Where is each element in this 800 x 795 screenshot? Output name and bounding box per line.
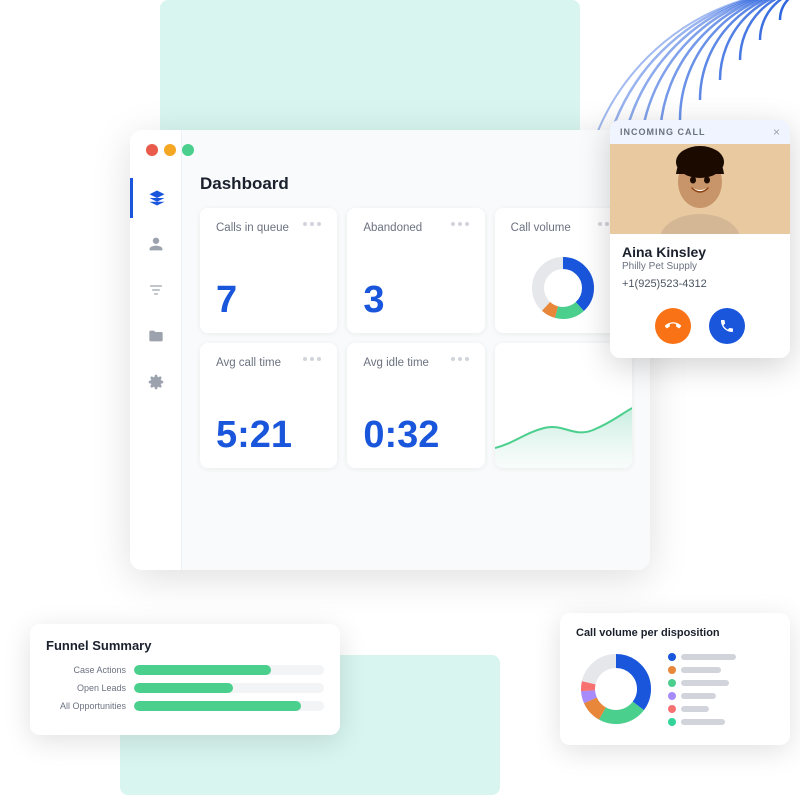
accept-call-btn[interactable] [709,308,745,344]
settings-icon [146,372,166,392]
funnel-bar-fill-case-actions [134,665,271,675]
legend-item-5 [668,705,736,713]
stat-label-calls-in-queue: Calls in queue [216,222,289,234]
decline-call-btn[interactable] [655,308,691,344]
disposition-card: Call volume per disposition [560,613,790,745]
sidebar-item-dashboard[interactable] [130,178,181,218]
funnel-label-open-leads: Open Leads [46,683,126,693]
legend-item-1 [668,653,736,661]
stat-value-abandoned: 3 [363,281,468,319]
dashboard-main: Dashboard Calls in queue 7 Abandoned 3 [182,130,650,570]
stat-label-avg-call-time: Avg call time [216,357,281,369]
legend-bar-4 [681,693,716,699]
stat-value-calls-in-queue: 7 [216,281,321,319]
legend-item-4 [668,692,736,700]
disposition-legend [668,653,736,726]
caller-avatar-svg [610,144,790,234]
disposition-donut [576,649,656,729]
caller-name: Aina Kinsley [622,244,778,260]
maximize-window-btn[interactable] [182,144,194,156]
funnel-title: Funnel Summary [46,638,324,653]
stat-label-avg-idle-time: Avg idle time [363,357,429,369]
funnel-bar-fill-open-leads [134,683,233,693]
funnel-summary-card: Funnel Summary Case Actions Open Leads A… [30,624,340,735]
phone-accept-icon [719,318,735,334]
sidebar-item-settings[interactable] [130,362,181,402]
funnel-bar-bg-case-actions [134,665,324,675]
funnel-label-all-opportunities: All Opportunities [46,701,126,711]
legend-bar-5 [681,706,709,712]
funnel-label-case-actions: Case Actions [46,665,126,675]
legend-bar-3 [681,680,729,686]
legend-item-3 [668,679,736,687]
stat-label-call-volume: Call volume [511,222,571,234]
dashboard-window: Dashboard Calls in queue 7 Abandoned 3 [130,130,650,570]
disposition-content [576,649,774,729]
funnel-bar-fill-all-opportunities [134,701,301,711]
area-chart [495,388,632,468]
legend-item-6 [668,718,736,726]
legend-dot-1 [668,653,676,661]
window-controls [146,144,194,156]
stat-label-abandoned: Abandoned [363,222,422,234]
stat-card-calls-in-queue: Calls in queue 7 [200,208,337,333]
funnel-row-open-leads: Open Leads [46,683,324,693]
stat-card-avg-idle-time: Avg idle time 0:32 [347,343,484,468]
stat-card-area-chart [495,343,632,468]
sidebar-item-contacts[interactable] [130,224,181,264]
phone-decline-icon [665,318,681,334]
stat-card-avg-call-time: Avg call time 5:21 [200,343,337,468]
funnel-bar-bg-open-leads [134,683,324,693]
legend-dot-3 [668,679,676,687]
stat-value-avg-call-time: 5:21 [216,416,321,454]
stat-card-abandoned: Abandoned 3 [347,208,484,333]
funnel-row-all-opportunities: All Opportunities [46,701,324,711]
call-volume-donut-mini [528,253,598,323]
close-call-popup-btn[interactable]: × [773,125,780,139]
person-icon [146,234,166,254]
legend-dot-4 [668,692,676,700]
disposition-title: Call volume per disposition [576,627,774,639]
legend-bar-6 [681,719,725,725]
funnel-bar-bg-all-opportunities [134,701,324,711]
caller-photo [610,144,790,234]
caller-info: Aina Kinsley Philly Pet Supply +1(925)52… [610,234,790,298]
incoming-call-header: INCOMING CALL × [610,120,790,144]
funnel-row-case-actions: Case Actions [46,665,324,675]
incoming-call-popup: INCOMING CALL × Aina Kinsley Philly Pet … [610,120,790,358]
legend-bar-2 [681,667,721,673]
sidebar-item-folder[interactable] [130,316,181,356]
legend-dot-2 [668,666,676,674]
call-actions [610,298,790,358]
caller-company: Philly Pet Supply [622,261,778,272]
stats-grid: Calls in queue 7 Abandoned 3 Call volume [200,208,632,468]
incoming-call-label: INCOMING CALL [620,127,706,137]
minimize-window-btn[interactable] [164,144,176,156]
legend-dot-5 [668,705,676,713]
stat-value-avg-idle-time: 0:32 [363,416,468,454]
legend-bar-1 [681,654,736,660]
dashboard-title: Dashboard [200,174,632,194]
caller-phone: +1(925)523-4312 [622,278,778,290]
sidebar-item-filter[interactable] [130,270,181,310]
folder-icon [146,326,166,346]
legend-dot-6 [668,718,676,726]
legend-item-2 [668,666,736,674]
sidebar [130,130,182,570]
close-window-btn[interactable] [146,144,158,156]
layers-icon [147,188,167,208]
filter-icon [146,280,166,300]
